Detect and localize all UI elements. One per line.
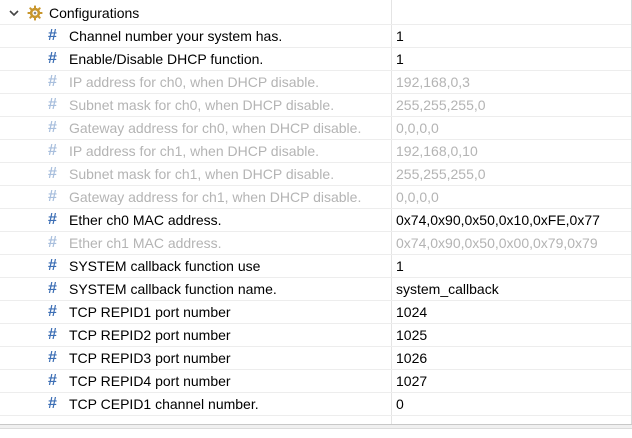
- config-row[interactable]: # Ether ch0 MAC address. 0x74,0x90,0x50,0x…: [0, 209, 631, 232]
- property-label: Channel number your system has.: [69, 28, 283, 44]
- configuration-tree: Configurations # Channel number your syst…: [0, 0, 632, 424]
- property-hash-icon: #: [48, 372, 57, 389]
- config-row[interactable]: # Gateway address for ch1, when DHCP disa…: [0, 186, 631, 209]
- property-hash-icon: #: [48, 326, 57, 343]
- property-label: TCP REPID1 port number: [69, 304, 231, 320]
- config-row[interactable]: # TCP CEPID1 channel number. 0: [0, 393, 631, 416]
- property-value[interactable]: 0,0,0,0: [396, 189, 439, 205]
- config-row[interactable]: # Gateway address for ch0, when DHCP disa…: [0, 117, 631, 140]
- config-row[interactable]: # TCP REPID3 port number 1026: [0, 347, 631, 370]
- property-value[interactable]: 0x74,0x90,0x50,0x00,0x79,0x79: [396, 235, 598, 251]
- property-value[interactable]: 0,0,0,0: [396, 120, 439, 136]
- property-label: TCP REPID2 port number: [69, 327, 231, 343]
- property-value[interactable]: 255,255,255,0: [396, 166, 486, 182]
- property-label: TCP REPID4 port number: [69, 373, 231, 389]
- property-label: TCP CEPID1 channel number.: [69, 396, 259, 412]
- config-row[interactable]: # IP address for ch1, when DHCP disable. 1…: [0, 140, 631, 163]
- config-row[interactable]: # Subnet mask for ch1, when DHCP disable.…: [0, 163, 631, 186]
- property-label: SYSTEM callback function use: [69, 258, 261, 274]
- property-value[interactable]: 1024: [396, 304, 427, 320]
- property-value[interactable]: 192,168,0,3: [396, 74, 470, 90]
- property-hash-icon: #: [48, 211, 57, 228]
- tree-root-label: Configurations: [49, 5, 140, 21]
- property-hash-icon: #: [48, 257, 57, 274]
- config-row[interactable]: # Subnet mask for ch0, when DHCP disable.…: [0, 94, 631, 117]
- property-label: Ether ch1 MAC address.: [69, 235, 222, 251]
- config-row[interactable]: # Ether ch1 MAC address. 0x74,0x90,0x50,0x…: [0, 232, 631, 255]
- property-hash-icon: #: [48, 303, 57, 320]
- config-row[interactable]: # TCP REPID1 port number 1024: [0, 301, 631, 324]
- property-hash-icon: #: [48, 119, 57, 136]
- property-hash-icon: #: [48, 96, 57, 113]
- property-label: Subnet mask for ch1, when DHCP disable.: [69, 166, 335, 182]
- config-row[interactable]: # SYSTEM callback function name. system_ca…: [0, 278, 631, 301]
- property-hash-icon: #: [48, 280, 57, 297]
- property-value[interactable]: 0x74,0x90,0x50,0x10,0xFE,0x77: [396, 212, 600, 228]
- property-hash-icon: #: [48, 395, 57, 412]
- property-label: TCP REPID3 port number: [69, 350, 231, 366]
- property-value[interactable]: 0: [396, 396, 404, 412]
- bottom-panel-edge: [0, 424, 632, 438]
- config-row[interactable]: # IP address for ch0, when DHCP disable. 1…: [0, 71, 631, 94]
- gear-icon: [27, 5, 43, 21]
- config-row[interactable]: # Channel number your system has. 1: [0, 25, 631, 48]
- tree-root-configurations[interactable]: Configurations: [0, 2, 631, 25]
- property-hash-icon: #: [48, 27, 57, 44]
- property-value[interactable]: 1: [396, 51, 404, 67]
- property-value[interactable]: 192,168,0,10: [396, 143, 478, 159]
- property-hash-icon: #: [48, 349, 57, 366]
- config-row[interactable]: # Enable/Disable DHCP function. 1: [0, 48, 631, 71]
- property-value[interactable]: system_callback: [396, 281, 499, 297]
- property-value[interactable]: 255,255,255,0: [396, 97, 486, 113]
- property-label: Gateway address for ch0, when DHCP disab…: [69, 120, 362, 136]
- property-label: Enable/Disable DHCP function.: [69, 51, 264, 67]
- config-row[interactable]: # TCP REPID2 port number 1025: [0, 324, 631, 347]
- property-value[interactable]: 1: [396, 258, 404, 274]
- property-label: Gateway address for ch1, when DHCP disab…: [69, 189, 362, 205]
- property-label: Ether ch0 MAC address.: [69, 212, 222, 228]
- property-label: SYSTEM callback function name.: [69, 281, 277, 297]
- property-value[interactable]: 1026: [396, 350, 427, 366]
- property-value[interactable]: 1025: [396, 327, 427, 343]
- config-row[interactable]: # TCP REPID4 port number 1027: [0, 370, 631, 393]
- property-label: IP address for ch0, when DHCP disable.: [69, 74, 320, 90]
- property-value[interactable]: 1027: [396, 373, 427, 389]
- property-hash-icon: #: [48, 73, 57, 90]
- property-label: IP address for ch1, when DHCP disable.: [69, 143, 320, 159]
- chevron-down-icon[interactable]: [7, 6, 21, 20]
- config-row[interactable]: # SYSTEM callback function use 1: [0, 255, 631, 278]
- property-hash-icon: #: [48, 234, 57, 251]
- bottom-panel-inner: [0, 428, 632, 438]
- property-hash-icon: #: [48, 188, 57, 205]
- property-hash-icon: #: [48, 165, 57, 182]
- property-hash-icon: #: [48, 142, 57, 159]
- property-label: Subnet mask for ch0, when DHCP disable.: [69, 97, 335, 113]
- property-hash-icon: #: [48, 50, 57, 67]
- property-value[interactable]: 1: [396, 28, 404, 44]
